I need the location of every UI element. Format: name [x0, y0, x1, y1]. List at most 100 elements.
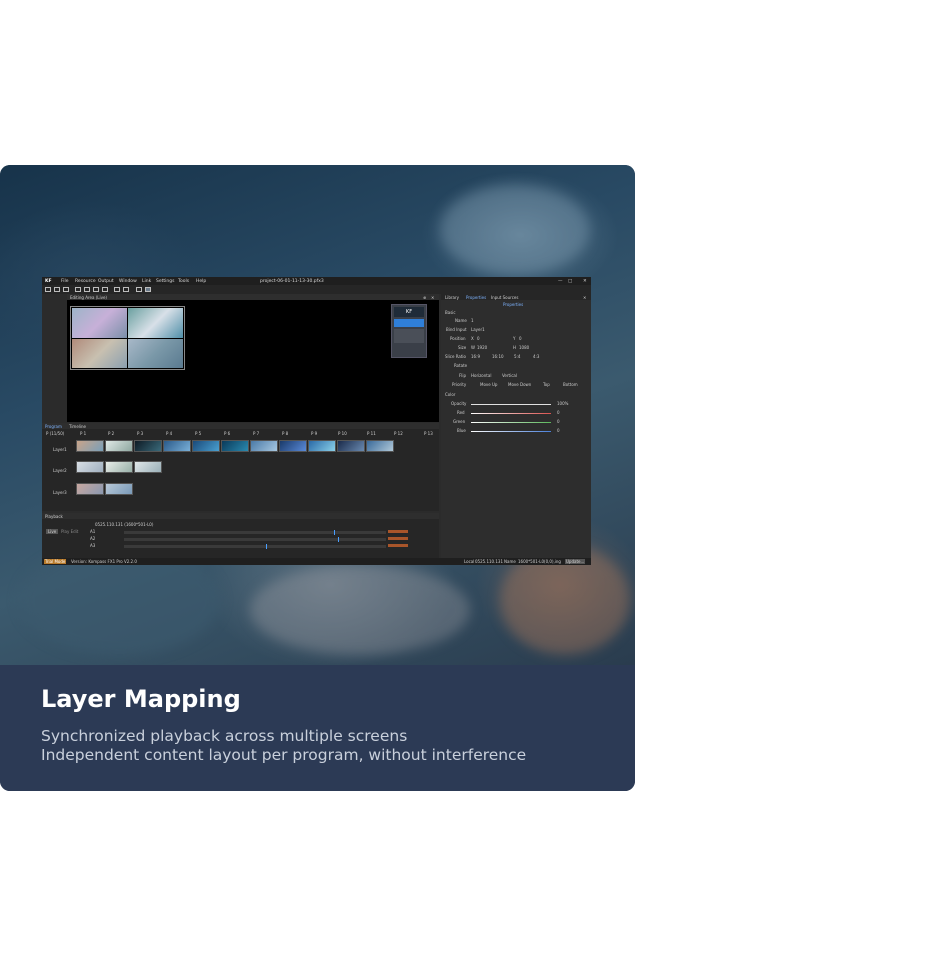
track-bar[interactable]	[124, 545, 386, 548]
name-value[interactable]: 1	[471, 318, 474, 323]
grid-icon[interactable]	[84, 286, 90, 292]
menu-link[interactable]: Link	[142, 279, 151, 284]
blue-value[interactable]: 0	[557, 428, 560, 433]
mode-active-icon[interactable]	[145, 286, 151, 292]
track-marker[interactable]	[334, 530, 335, 535]
clip-thumb[interactable]	[105, 440, 133, 452]
menu-output[interactable]: Output	[98, 279, 114, 284]
blue-slider[interactable]	[471, 431, 551, 433]
top-button[interactable]: Top	[543, 382, 550, 387]
clip-thumb[interactable]	[221, 440, 249, 452]
program-p8[interactable]: P 8	[282, 431, 288, 436]
open-icon[interactable]	[54, 286, 60, 292]
program-p11[interactable]: P 11	[367, 431, 376, 436]
clip-thumb[interactable]	[76, 440, 104, 452]
menu-help[interactable]: Help	[196, 279, 206, 284]
settings-icon[interactable]	[123, 286, 129, 292]
save-icon[interactable]	[63, 286, 69, 292]
ratio-16-10[interactable]: 16:10	[492, 354, 504, 359]
opacity-slider[interactable]	[471, 404, 551, 406]
tab-program[interactable]: Program	[45, 424, 62, 429]
layer-thumb-2[interactable]	[128, 308, 183, 338]
track-marker[interactable]	[266, 544, 267, 549]
clip-thumb[interactable]	[192, 440, 220, 452]
track-bar[interactable]	[124, 531, 386, 534]
layer-thumb-1[interactable]	[72, 308, 127, 338]
properties-close-icon[interactable]: ✕	[583, 295, 586, 300]
preview-button[interactable]	[394, 319, 424, 327]
program-p12[interactable]: P 12	[394, 431, 403, 436]
layer-thumb-3[interactable]	[72, 339, 127, 368]
link-icon[interactable]	[114, 286, 120, 292]
maximize-icon[interactable]: □	[568, 279, 572, 284]
ratio-5-4[interactable]: 5:4	[514, 354, 520, 359]
clip-thumb[interactable]	[105, 483, 133, 495]
close-icon[interactable]: ✕	[583, 279, 587, 284]
program-p10[interactable]: P 10	[338, 431, 347, 436]
y-input[interactable]: 0	[519, 336, 522, 341]
red-value[interactable]: 0	[557, 410, 560, 415]
flip-vertical[interactable]: Vertical	[502, 373, 517, 378]
menu-window[interactable]: Window	[119, 279, 137, 284]
move-up-button[interactable]: Move Up	[480, 382, 497, 387]
tab-library[interactable]: Library	[445, 295, 459, 300]
clip-thumb[interactable]	[76, 461, 104, 473]
live-button[interactable]: Live	[46, 529, 59, 534]
basic-section[interactable]: Basic	[445, 310, 456, 315]
program-p7[interactable]: P 7	[253, 431, 259, 436]
h-input[interactable]: 1080	[519, 345, 529, 350]
opacity-value[interactable]: 100%	[557, 401, 568, 406]
program-p9[interactable]: P 9	[311, 431, 317, 436]
bind-input-select[interactable]: Layer1	[471, 327, 485, 332]
layer-thumb-4[interactable]	[128, 339, 183, 368]
x-input[interactable]: 0	[477, 336, 480, 341]
menu-resource[interactable]: Resource	[75, 279, 96, 284]
menu-settings[interactable]: Settings	[156, 279, 174, 284]
tab-input-sources[interactable]: Input Sources	[491, 295, 518, 300]
program-p1[interactable]: P 1	[80, 431, 86, 436]
menu-file[interactable]: File	[61, 279, 69, 284]
green-value[interactable]: 0	[557, 419, 560, 424]
output-icon[interactable]	[102, 286, 108, 292]
clip-thumb[interactable]	[366, 440, 394, 452]
program-p2[interactable]: P 2	[108, 431, 114, 436]
color-section[interactable]: Color	[445, 392, 455, 397]
w-input[interactable]: 1920	[477, 345, 487, 350]
clip-thumb[interactable]	[105, 461, 133, 473]
track-bar[interactable]	[124, 538, 386, 541]
program-p13[interactable]: P 13	[424, 431, 433, 436]
program-p4[interactable]: P 4	[166, 431, 172, 436]
panel-close-icon[interactable]: ✕	[431, 295, 434, 300]
layout-icon[interactable]	[75, 286, 81, 292]
split-icon[interactable]	[93, 286, 99, 292]
clip-thumb[interactable]	[134, 461, 162, 473]
clip-thumb[interactable]	[250, 440, 278, 452]
clip-thumb[interactable]	[337, 440, 365, 452]
red-slider[interactable]	[471, 413, 551, 415]
clip-thumb[interactable]	[308, 440, 336, 452]
clip-thumb[interactable]	[163, 440, 191, 452]
play-edit-button[interactable]: Play Edit	[61, 529, 78, 534]
new-icon[interactable]	[45, 286, 51, 292]
minimize-icon[interactable]: —	[558, 279, 563, 284]
program-p5[interactable]: P 5	[195, 431, 201, 436]
tab-timeline[interactable]: Timeline	[69, 424, 86, 429]
tab-properties[interactable]: Properties	[466, 295, 486, 300]
pin-icon[interactable]: ⊕	[423, 295, 426, 300]
program-p3[interactable]: P 3	[137, 431, 143, 436]
output-button[interactable]	[394, 329, 424, 343]
green-slider[interactable]	[471, 422, 551, 424]
clip-thumb[interactable]	[76, 483, 104, 495]
update-button[interactable]: Update...	[565, 559, 586, 564]
ratio-16-9[interactable]: 16:9	[471, 354, 480, 359]
track-marker[interactable]	[338, 537, 339, 542]
bottom-button[interactable]: Bottom	[563, 382, 578, 387]
flip-horizontal[interactable]: Horizontal	[471, 373, 491, 378]
clip-thumb[interactable]	[134, 440, 162, 452]
menu-tools[interactable]: Tools	[178, 279, 189, 284]
program-p6[interactable]: P 6	[224, 431, 230, 436]
move-down-button[interactable]: Move Down	[508, 382, 531, 387]
ratio-4-3[interactable]: 4:3	[533, 354, 539, 359]
clip-thumb[interactable]	[279, 440, 307, 452]
mode-icon[interactable]	[136, 286, 142, 292]
